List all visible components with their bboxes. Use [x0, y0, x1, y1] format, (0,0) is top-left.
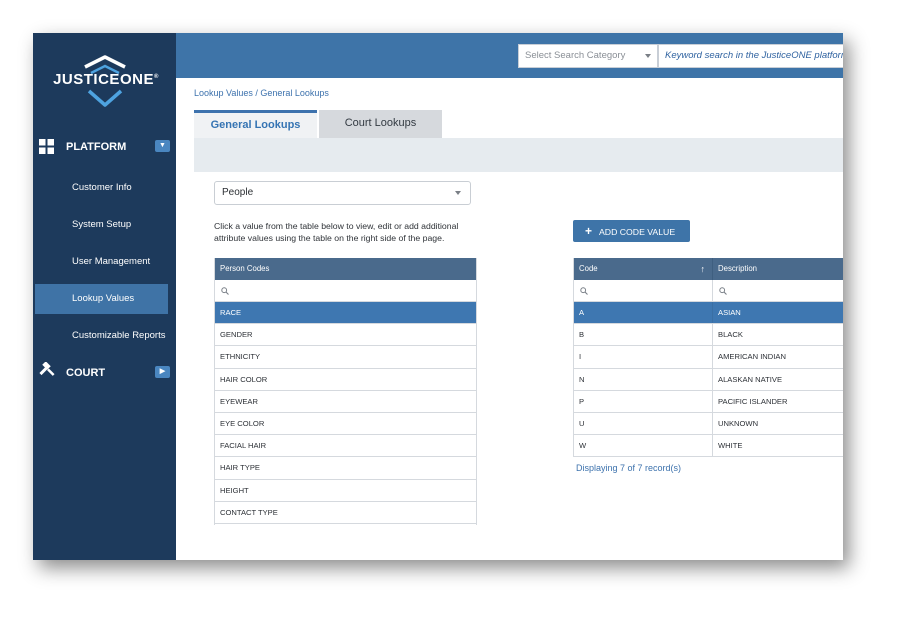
person-code-row[interactable]: HAIR TYPE	[215, 457, 476, 480]
sort-ascending-icon[interactable]: ↑	[701, 258, 706, 280]
code-value-row[interactable]: I AMERICAN INDIAN	[574, 346, 843, 369]
brand-name-part1: JUSTICE	[53, 71, 120, 88]
code-column-header[interactable]: Code ↑	[574, 258, 712, 280]
tab-header-band	[194, 138, 843, 172]
person-code-row[interactable]: GENDER	[215, 324, 476, 347]
lookup-category-select[interactable]: People	[214, 181, 471, 205]
brand-name-part2: ONE	[119, 71, 154, 88]
chevron-down-icon	[455, 191, 461, 195]
person-code-row[interactable]: CONTACT TYPE	[215, 501, 476, 524]
instructions-text: Click a value from the table below to vi…	[214, 221, 459, 243]
person-codes-table: Person Codes RACE GENDER ETHNICITY HAIR COL…	[214, 258, 477, 525]
person-code-row[interactable]: RANK	[215, 523, 476, 525]
code-value-row[interactable]: N ALASKAN NATIVE	[574, 368, 843, 391]
chevron-right-icon[interactable]: ▶	[155, 366, 170, 378]
person-code-row[interactable]: RACE	[215, 302, 476, 325]
search-category-placeholder: Select Search Category	[525, 50, 626, 61]
sidebar-item-lookup-values[interactable]: Lookup Values	[35, 284, 168, 314]
gavel-icon	[39, 362, 55, 376]
lookup-category-value: People	[222, 187, 254, 198]
sidebar-item-customizable-reports[interactable]: Customizable Reports	[35, 321, 168, 351]
description-filter-cell[interactable]	[712, 280, 843, 301]
search-icon	[719, 287, 727, 295]
code-cell: A	[579, 308, 585, 317]
code-cell: U	[579, 418, 585, 428]
person-codes-rows: RACE GENDER ETHNICITY HAIR COLOR EYEWEAR EYE …	[215, 302, 476, 525]
tab-court-lookups[interactable]: Court Lookups	[319, 110, 442, 138]
description-cell: BLACK	[712, 324, 843, 346]
justiceone-logo[interactable]: JUSTICEONE®	[33, 33, 176, 128]
person-codes-filter-row[interactable]	[215, 280, 476, 302]
person-codes-header[interactable]: Person Codes	[215, 258, 476, 280]
chevron-down-icon[interactable]: ▼	[155, 140, 170, 152]
description-column-header[interactable]: Description	[712, 258, 843, 280]
tab-general-lookups[interactable]: General Lookups	[194, 110, 317, 138]
code-filter-cell[interactable]	[574, 280, 712, 301]
code-cell: I	[579, 352, 582, 362]
code-cell: B	[579, 330, 585, 340]
sidebar: JUSTICEONE® PLATFORM ▼ Customer Info Sys…	[33, 33, 176, 560]
sidebar-item-customer-info[interactable]: Customer Info	[35, 173, 168, 203]
person-code-row[interactable]: ETHNICITY	[215, 346, 476, 369]
search-category-select[interactable]: Select Search Category	[518, 44, 658, 68]
code-value-row[interactable]: P PACIFIC ISLANDER	[574, 390, 843, 413]
code-value-row[interactable]: A ASIAN	[574, 302, 843, 325]
code-values-table: Code ↑ Description A ASIAN B BLACK I AMERICAN …	[573, 258, 843, 458]
description-cell: PACIFIC ISLANDER	[712, 390, 843, 412]
keyword-search-placeholder: Keyword search in the JusticeONE platfor…	[665, 50, 843, 61]
code-value-row[interactable]: W WHITE	[574, 435, 843, 458]
code-column-label: Code	[579, 264, 598, 273]
code-cell: W	[579, 441, 587, 451]
platform-section[interactable]: PLATFORM ▼	[33, 132, 176, 162]
search-icon	[221, 287, 229, 295]
person-code-row[interactable]: HAIR COLOR	[215, 368, 476, 391]
code-values-rows: A ASIAN B BLACK I AMERICAN INDIAN N ALASKAN NAT…	[574, 302, 843, 458]
description-cell: ASIAN	[712, 302, 843, 324]
app-window: JUSTICEONE® PLATFORM ▼ Customer Info Sys…	[33, 33, 843, 560]
plus-icon: +	[585, 224, 593, 238]
person-code-row[interactable]: FACIAL HAIR	[215, 435, 476, 458]
chevron-down-icon	[645, 54, 651, 58]
add-code-value-label: ADD CODE VALUE	[599, 227, 676, 237]
person-code-row[interactable]: EYE COLOR	[215, 412, 476, 436]
description-cell: UNKNOWN	[712, 412, 843, 435]
code-values-filter-row	[574, 280, 843, 302]
top-bar: Select Search Category Keyword search in…	[176, 33, 843, 78]
court-label: COURT	[66, 367, 106, 379]
code-cell: P	[579, 396, 585, 406]
person-code-row[interactable]: HEIGHT	[215, 479, 476, 502]
code-value-row[interactable]: B BLACK	[574, 324, 843, 347]
court-section[interactable]: COURT ▶	[33, 358, 176, 388]
add-code-value-button[interactable]: + ADD CODE VALUE	[573, 220, 690, 242]
sidebar-item-user-management[interactable]: User Management	[35, 247, 168, 277]
code-values-header: Code ↑ Description	[574, 258, 843, 280]
records-count: Displaying 7 of 7 record(s)	[576, 463, 682, 473]
code-value-row[interactable]: U UNKNOWN	[574, 412, 843, 436]
person-code-row[interactable]: EYEWEAR	[215, 390, 476, 413]
sidebar-item-system-setup[interactable]: System Setup	[35, 210, 168, 240]
description-cell: WHITE	[712, 435, 843, 457]
description-cell: AMERICAN INDIAN	[712, 346, 843, 368]
description-cell: ALASKAN NATIVE	[712, 368, 843, 390]
brand-name: JUSTICEONE®	[50, 71, 162, 88]
search-icon	[580, 287, 588, 295]
keyword-search-input[interactable]: Keyword search in the JusticeONE platfor…	[658, 44, 843, 68]
grid-icon	[39, 139, 54, 154]
trademark-symbol: ®	[153, 74, 159, 80]
breadcrumb[interactable]: Lookup Values / General Lookups	[194, 88, 329, 98]
platform-label: PLATFORM	[66, 141, 127, 153]
code-cell: N	[579, 374, 585, 384]
